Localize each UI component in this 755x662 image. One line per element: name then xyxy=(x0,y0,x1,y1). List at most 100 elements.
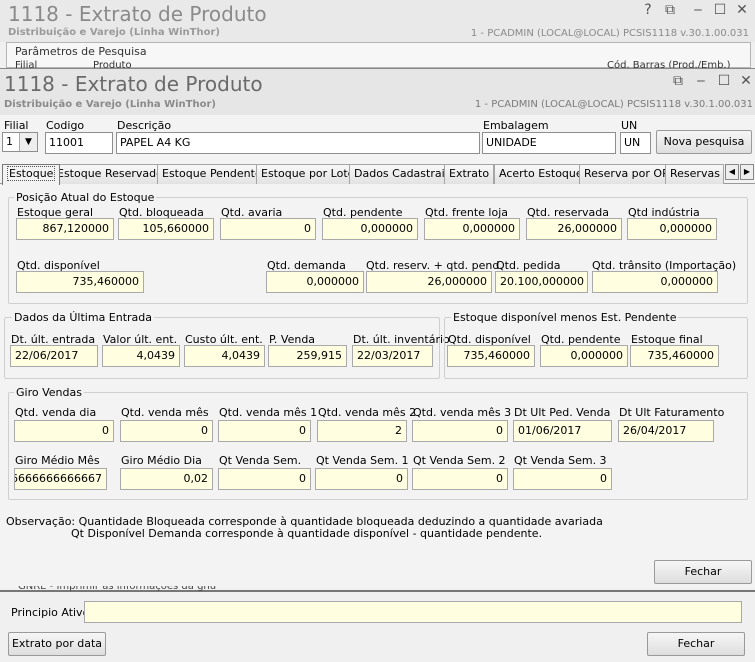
maximize-icon[interactable]: ☐ xyxy=(712,2,728,18)
background-title: 1118 - Extrato de Produto xyxy=(8,2,267,26)
qtd-venda-mes3-label: Qtd. venda mês 3 xyxy=(413,406,512,419)
extrato-por-data-button[interactable]: Extrato por data xyxy=(8,632,106,656)
dialog-restore-icon[interactable]: ⧉ xyxy=(670,73,686,89)
posicao-title: Posição Atual do Estoque xyxy=(14,191,157,204)
observacao-line2: Qt Disponível Demanda corresponde à quan… xyxy=(71,527,543,540)
disp-qtd-disponivel-value: 735,460000 xyxy=(447,345,535,367)
background-fechar-button[interactable]: Fechar xyxy=(647,632,745,656)
tab-reserva-por-op[interactable]: Reserva por OP xyxy=(579,164,674,184)
tab-acerto-estoque[interactable]: Acerto Estoque xyxy=(494,164,588,184)
descricao-input[interactable]: PAPEL A4 KG xyxy=(116,132,480,154)
background-bottom-panel: GNRE - Imprimir as informações da gnu Pr… xyxy=(0,586,755,662)
tab-scroll-left-icon[interactable]: ◀ xyxy=(725,164,739,180)
qtd-venda-mes3-value: 0 xyxy=(412,420,508,442)
help-icon[interactable]: ? xyxy=(640,2,656,18)
qtd-disponivel-value: 735,460000 xyxy=(16,271,144,293)
qt-venda-sem1-label: Qt Venda Sem. 1 xyxy=(316,454,409,467)
filial-label: Filial xyxy=(4,119,29,132)
un-label: UN xyxy=(621,119,638,132)
dialog-maximize-icon[interactable]: ☐ xyxy=(716,73,732,89)
nova-pesquisa-button[interactable]: Nova pesquisa xyxy=(656,130,752,154)
tab-estoque-por-lote[interactable]: Estoque por Lote xyxy=(256,164,360,184)
estoque-disponivel-title: Estoque disponível menos Est. Pendente xyxy=(451,311,679,324)
codigo-label: Codigo xyxy=(46,119,85,132)
qtd-venda-mes-label: Qtd. venda mês xyxy=(121,406,209,419)
dialog-title: 1118 - Extrato de Produto xyxy=(4,72,263,96)
giro-title: Giro Vendas xyxy=(14,386,84,399)
chevron-down-icon[interactable]: ▼ xyxy=(19,133,37,151)
filial-select[interactable]: 1 ▼ xyxy=(2,132,38,152)
dialog-close-icon[interactable]: ✕ xyxy=(738,73,754,89)
dt-ult-faturamento-label: Dt Ult Faturamento xyxy=(619,406,725,419)
tab-reservas[interactable]: Reservas a xyxy=(665,164,724,184)
tab-extrato[interactable]: Extrato xyxy=(444,164,495,184)
qtd-venda-dia-value: 0 xyxy=(14,420,114,442)
dialog-title-bar: 1118 - Extrato de Produto Distribuição e… xyxy=(0,69,755,115)
valor-ult-ent-value: 4,0439 xyxy=(102,345,180,367)
qtd-venda-mes2-label: Qtd. venda mês 2 xyxy=(318,406,417,419)
qtd-pedida-value: 20.100,000000 xyxy=(495,271,588,293)
tab-label: Estoque xyxy=(7,166,56,181)
background-session-info: 1 - PCADMIN (LOCAL@LOCAL) PCSIS1118 v.30… xyxy=(470,28,749,39)
qtd-venda-dia-label: Qtd. venda dia xyxy=(15,406,97,419)
giro-medio-mes-value: 0,0666666666666667 xyxy=(14,468,107,490)
principio-ativo-input[interactable] xyxy=(84,601,742,623)
background-title-bar: 1118 - Extrato de Produto Distribuição e… xyxy=(0,0,755,42)
un-input[interactable]: UN xyxy=(620,132,651,154)
dt-ult-faturamento-value: 26/04/2017 xyxy=(618,420,714,442)
principio-ativo-label: Principio Ativo xyxy=(11,606,90,619)
dt-ult-inventario-value: 22/03/2017 xyxy=(352,345,433,367)
dt-ult-ped-venda-label: Dt Ult Ped. Venda xyxy=(514,406,611,419)
filial-value: 1 xyxy=(6,135,13,148)
tab-scroll-right-icon[interactable]: ▶ xyxy=(740,164,754,180)
tab-dados-cadastrais[interactable]: Dados Cadastrais xyxy=(349,164,456,184)
dt-ult-ped-venda-value: 01/06/2017 xyxy=(513,420,612,442)
background-subtitle: Distribuição e Varejo (Linha WinThor) xyxy=(8,27,220,38)
qt-venda-sem-value: 0 xyxy=(218,468,311,490)
minimize-icon[interactable]: ‒ xyxy=(690,2,706,18)
qt-venda-sem2-label: Qt Venda Sem. 2 xyxy=(413,454,506,467)
tab-estoque-reservado[interactable]: Estoque Reservado xyxy=(52,164,168,184)
dialog-fechar-button[interactable]: Fechar xyxy=(654,560,752,584)
qt-venda-sem1-value: 0 xyxy=(315,468,408,490)
embalagem-label: Embalagem xyxy=(483,119,549,132)
custo-ult-ent-value: 4,0439 xyxy=(184,345,265,367)
qtd-bloqueada-value: 105,660000 xyxy=(118,218,214,240)
qtd-reservada-value: 26,000000 xyxy=(526,218,622,240)
qtd-industria-value: 0,000000 xyxy=(627,218,717,240)
qtd-venda-mes1-label: Qtd. venda mês 1 xyxy=(219,406,318,419)
ultima-entrada-title: Dados da Última Entrada xyxy=(12,311,155,324)
dialog-subtitle: Distribuição e Varejo (Linha WinThor) xyxy=(4,99,216,110)
dialog-minimize-icon[interactable]: ‒ xyxy=(693,73,709,89)
giro-medio-dia-value: 0,02 xyxy=(120,468,213,490)
qtd-frente-loja-value: 0,000000 xyxy=(424,218,520,240)
qtd-avaria-value: 0 xyxy=(220,218,316,240)
embalagem-input[interactable]: UNIDADE xyxy=(482,132,616,154)
descricao-label: Descrição xyxy=(117,119,172,132)
giro-medio-mes-label: Giro Médio Mês xyxy=(15,454,100,467)
tab-estoque-pendente[interactable]: Estoque Pendente xyxy=(157,164,267,184)
qt-venda-sem3-label: Qt Venda Sem. 3 xyxy=(514,454,607,467)
qtd-pendente-value: 0,000000 xyxy=(322,218,418,240)
dt-ult-entrada-value: 22/06/2017 xyxy=(10,345,98,367)
qtd-demanda-value: 0,000000 xyxy=(266,271,364,293)
qt-venda-sem-label: Qt Venda Sem. xyxy=(219,454,302,467)
qtd-venda-mes-value: 0 xyxy=(120,420,213,442)
qt-venda-sem2-value: 0 xyxy=(412,468,508,490)
tab-estoque[interactable]: Estoque xyxy=(2,164,61,185)
qt-venda-sem3-value: 0 xyxy=(513,468,612,490)
dialog-session-info: 1 - PCADMIN (LOCAL@LOCAL) PCSIS1118 v.30… xyxy=(474,99,753,110)
restore-icon[interactable]: ⧉ xyxy=(662,2,678,18)
estoque-final-value: 735,460000 xyxy=(630,345,719,367)
estoque-geral-value: 867,120000 xyxy=(16,218,114,240)
giro-medio-dia-label: Giro Médio Dia xyxy=(121,454,202,467)
qtd-venda-mes1-value: 0 xyxy=(218,420,311,442)
qtd-reserv-pend-value: 26,000000 xyxy=(366,271,492,293)
params-label: Parâmetros de Pesquisa xyxy=(15,45,147,58)
qtd-transito-value: 0,000000 xyxy=(592,271,718,293)
p-venda-value: 259,915 xyxy=(268,345,347,367)
close-icon[interactable]: ✕ xyxy=(734,2,750,18)
codigo-input[interactable]: 11001 xyxy=(45,132,113,154)
disp-qtd-pendente-value: 0,000000 xyxy=(540,345,628,367)
background-cut-text: GNRE - Imprimir as informações da gnu xyxy=(18,586,217,592)
